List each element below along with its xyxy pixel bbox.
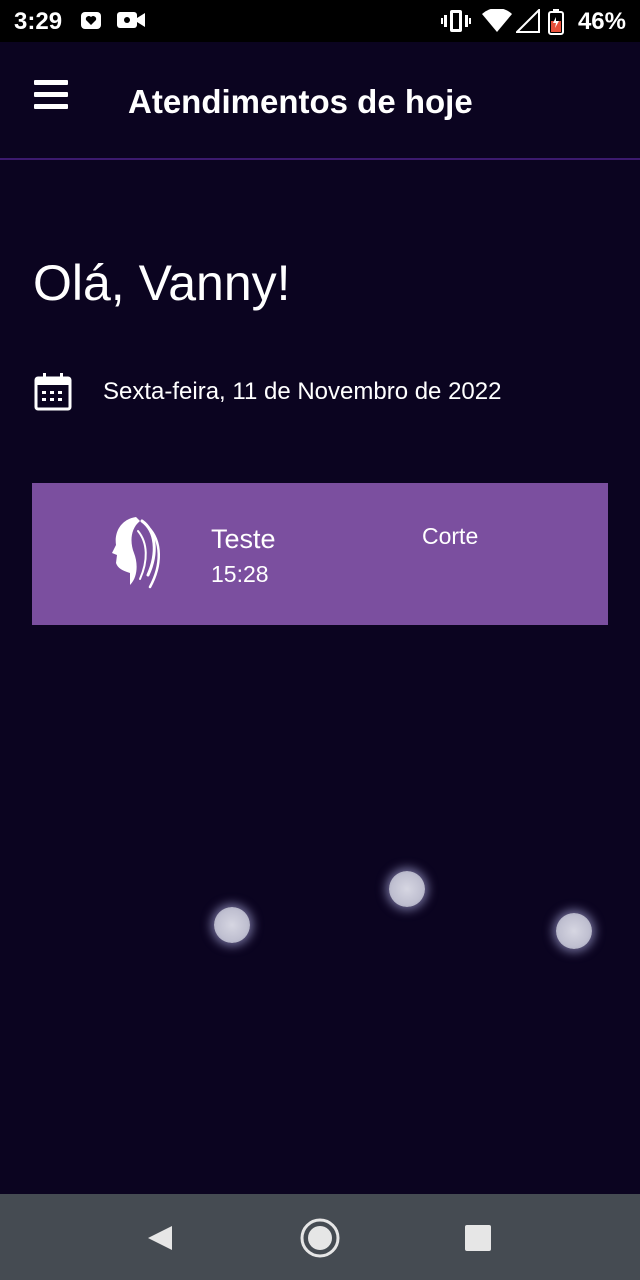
appointment-card[interactable]: Teste 15:28 Corte: [32, 483, 608, 625]
status-time: 3:29: [14, 8, 63, 35]
greeting-text: Olá, Vanny!: [33, 255, 291, 311]
back-icon[interactable]: [136, 1214, 184, 1262]
vibrate-icon: [441, 9, 471, 38]
service-name: Corte: [422, 523, 479, 549]
system-navigation-bar: [0, 1194, 640, 1280]
battery-percent: 46%: [577, 8, 626, 35]
wifi-icon: [482, 8, 512, 38]
touch-indicator: [389, 871, 425, 907]
video-camera-icon: [116, 9, 146, 36]
client-name: Teste: [211, 524, 276, 554]
home-icon[interactable]: [296, 1214, 344, 1262]
hamburger-menu-icon[interactable]: [26, 80, 76, 120]
status-bar: 3:29 46%: [0, 0, 640, 42]
battery-icon: [548, 9, 564, 40]
signal-icon: [514, 7, 540, 38]
recents-icon[interactable]: [454, 1214, 502, 1262]
calendar-icon: [33, 372, 73, 417]
current-date: Sexta-feira, 11 de Novembro de 2022: [103, 378, 502, 405]
touch-indicator: [214, 907, 250, 943]
woman-hair-logo-icon: [106, 513, 166, 598]
app-bar: Atendimentos de hoje: [0, 42, 640, 160]
notification-app-icon: [80, 9, 102, 36]
page-title: Atendimentos de hoje: [128, 83, 473, 120]
touch-indicator: [556, 913, 592, 949]
appointment-time: 15:28: [211, 561, 269, 587]
